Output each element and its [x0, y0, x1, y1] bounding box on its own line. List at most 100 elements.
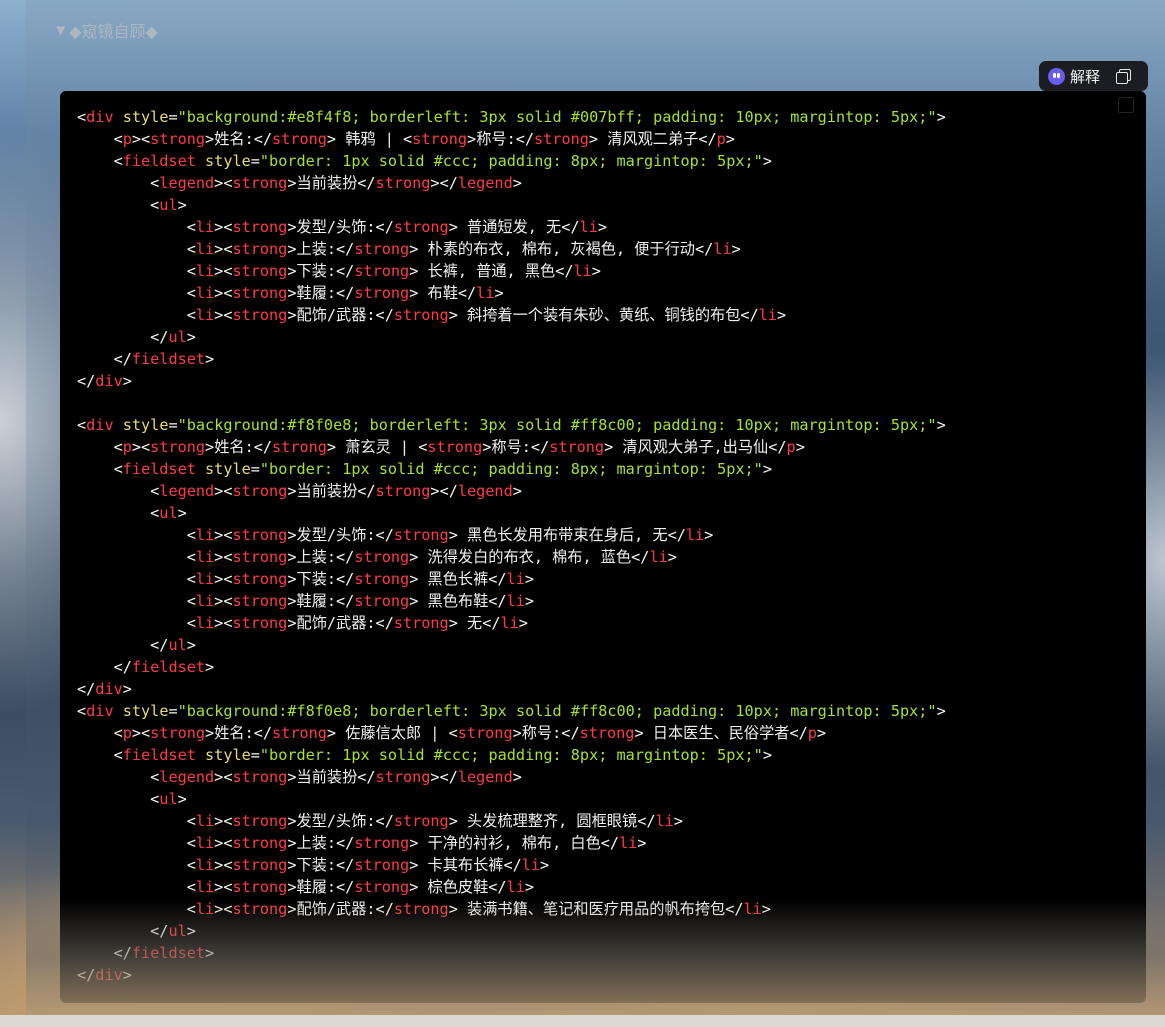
code-token-punc: >	[448, 614, 468, 632]
code-token-tag: li	[476, 284, 495, 302]
code-token-tag: legend	[457, 174, 513, 192]
code-token-tag: strong	[232, 768, 288, 786]
code-token-punc: <	[77, 812, 196, 830]
code-line: <li><strong>下装:</strong> 长裤, 普通, 黑色</li>	[77, 260, 946, 282]
code-token-punc: </	[336, 570, 355, 588]
code-token-punc: >	[512, 724, 522, 742]
code-token-punc: =	[168, 416, 178, 434]
code-token-txt: 发型/头饰:	[296, 218, 376, 236]
code-token-punc: <	[77, 240, 196, 258]
code-token-punc: ><	[214, 768, 233, 786]
code-token-tag: strong	[393, 812, 449, 830]
code-token-punc: <	[418, 438, 428, 456]
code-line: <li><strong>上装:</strong> 洗得发白的布衣, 棉布, 蓝色…	[77, 546, 946, 568]
code-token-tag: strong	[232, 174, 288, 192]
code-token-txt: 称号:	[521, 724, 562, 742]
code-token-punc: >	[326, 724, 346, 742]
code-token-punc: >	[762, 152, 772, 170]
code-token-tag: strong	[393, 900, 449, 918]
code-token-punc: >	[448, 900, 468, 918]
code-token-punc: ><	[214, 856, 233, 874]
code-token-punc: >	[524, 592, 534, 610]
code-token-punc: ><	[214, 900, 233, 918]
code-token-tag: div	[95, 372, 123, 390]
code-token-punc: </	[77, 328, 169, 346]
code-token-punc: >	[761, 900, 771, 918]
code-token-punc: <	[77, 152, 123, 170]
code-token-punc: >	[287, 592, 297, 610]
code-token-punc: >	[287, 218, 297, 236]
code-token-tag: strong	[427, 438, 483, 456]
code-line: <li><strong>发型/头饰:</strong> 普通短发, 无</li>	[77, 216, 946, 238]
code-token-punc: >	[122, 372, 132, 390]
code-token-punc: >	[287, 834, 297, 852]
code-line: </div>	[77, 964, 946, 986]
code-token-punc: >	[512, 482, 522, 500]
code-token-punc: >	[704, 526, 714, 544]
code-token-txt: 布鞋	[427, 284, 458, 302]
code-token-txt: 称号:	[491, 438, 531, 456]
code-token-tag: strong	[354, 284, 410, 302]
code-token-txt: 清风观二弟子	[607, 130, 699, 148]
code-token-punc: >	[448, 526, 468, 544]
code-token-punc: <	[77, 284, 196, 302]
code-token-punc: <	[77, 570, 196, 588]
code-token-punc: =	[250, 746, 260, 764]
code-token-punc: </	[336, 834, 355, 852]
code-line: </ul>	[77, 920, 946, 942]
code-token-punc: ></	[430, 768, 458, 786]
code-token-punc: ><	[214, 570, 233, 588]
code-token-tag: strong	[457, 724, 513, 742]
code-block[interactable]: <div style="background:#e8f4f8; borderle…	[60, 91, 1146, 1003]
code-token-punc: >	[494, 284, 504, 302]
code-token-tag: legend	[159, 174, 215, 192]
code-token-punc: </	[695, 240, 714, 258]
code-token-punc: </	[77, 922, 169, 940]
code-token-tag: strong	[393, 218, 449, 236]
code-token-punc: </	[375, 812, 394, 830]
code-line: <li><strong>发型/头饰:</strong> 头发梳理整齐, 圆框眼镜…	[77, 810, 946, 832]
code-token-punc: ><	[214, 526, 233, 544]
code-token-punc: >	[287, 482, 297, 500]
code-line: </ul>	[77, 326, 946, 348]
copy-icon[interactable]	[1118, 97, 1134, 113]
code-token-txt: 普通短发, 无	[467, 218, 562, 236]
code-token-punc: >	[936, 416, 946, 434]
code-token-punc: >	[122, 966, 132, 984]
code-token-punc: </	[336, 262, 355, 280]
code-token-txt: 姓名:	[214, 724, 254, 742]
details-summary-label: ◆窥镜自顾◆	[69, 22, 158, 41]
details-summary[interactable]: ▼ ◆窥镜自顾◆	[56, 18, 158, 42]
code-token-punc: </	[561, 218, 580, 236]
code-token-txt: 下装:	[296, 570, 337, 588]
explain-button[interactable]: 解释	[1039, 61, 1108, 91]
code-token-punc	[196, 460, 205, 478]
code-token-tag: div	[86, 108, 114, 126]
copy-button[interactable]	[1110, 61, 1136, 91]
code-content: <div style="background:#e8f4f8; borderle…	[77, 106, 946, 986]
code-token-punc: </	[253, 130, 273, 148]
code-token-punc: >	[512, 768, 522, 786]
code-token-txt: 当前装扮	[296, 174, 358, 192]
code-line: </fieldset>	[77, 348, 946, 370]
code-token-punc: >	[762, 746, 772, 764]
code-line: <fieldset style="border: 1px solid #ccc;…	[77, 744, 946, 766]
code-token-txt: 头发梳理整齐, 圆框眼镜	[467, 812, 638, 830]
code-token-tag: div	[95, 966, 123, 984]
code-token-txt: 发型/头饰:	[296, 812, 376, 830]
code-token-punc: </	[375, 306, 394, 324]
code-token-tag: li	[195, 218, 215, 236]
code-token-txt: 配饰/武器:	[296, 900, 376, 918]
code-token-str: "border: 1px solid #ccc; padding: 8px; m…	[259, 460, 763, 478]
code-token-attr: style	[205, 746, 251, 764]
code-line: <li><strong>下装:</strong> 卡其布长裤</li>	[77, 854, 946, 876]
code-token-punc: >	[122, 680, 132, 698]
code-token-punc: <	[77, 702, 87, 720]
disclosure-triangle-icon[interactable]: ▼	[56, 23, 65, 37]
code-token-tag: li	[500, 614, 519, 632]
code-token-txt: 卡其布长裤	[427, 856, 504, 874]
code-token-tag: strong	[272, 438, 327, 456]
code-line: <li><strong>鞋履:</strong> 布鞋</li>	[77, 282, 946, 304]
code-token-punc: <	[77, 438, 123, 456]
